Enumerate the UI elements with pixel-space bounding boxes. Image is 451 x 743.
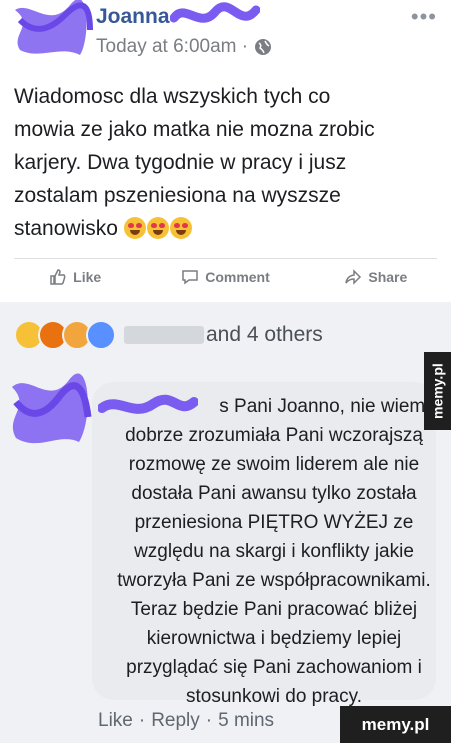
comment-line: rozmowę ze swoim liderem ale nie — [128, 454, 420, 475]
comment-icon — [182, 270, 198, 285]
thumbs-up-icon — [50, 269, 66, 285]
watermark-side: memy.pl — [424, 352, 451, 430]
avatar-scribble — [15, 0, 93, 55]
reactions-summary[interactable]: and 4 others — [14, 320, 323, 350]
comment-line: Teraz będzie Pani pracować bliżej — [130, 599, 418, 620]
heart-eyes-emoji-icon — [169, 217, 192, 239]
post-text-line-last: stanowisko — [14, 212, 434, 245]
separator: · — [205, 710, 213, 731]
share-label: Share — [368, 269, 408, 285]
post-text-line: Wiadomosc dla wszyskich tych co — [14, 85, 331, 108]
blurred-names — [124, 326, 204, 344]
post-author[interactable]: Joanna — [96, 5, 170, 29]
globe-icon — [255, 39, 272, 55]
like-label: Like — [73, 269, 102, 285]
comment-line: przeniesiona PIĘTRO WYŻEJ ze — [134, 512, 414, 533]
heart-eyes-emoji-icon — [146, 217, 169, 239]
comment-label: Comment — [205, 269, 270, 285]
comment-line: dostała Pani awansu tylko została — [131, 483, 417, 504]
name-scribble — [170, 2, 260, 23]
post-text-line: karjery. Dwa tygodnie w pracy i jusz — [14, 151, 347, 174]
like-button[interactable]: Like — [0, 268, 150, 286]
post-text-line: stanowisko — [14, 217, 118, 240]
post-card: Joanna Today at 6:00am · ••• Wiadomosc d… — [0, 0, 451, 302]
comment-line: kierownictwa i będziemy lepiej — [146, 628, 402, 649]
like-reaction-icon — [86, 320, 116, 350]
comment-line: przyglądać się Pani zachowaniom i — [126, 657, 422, 678]
watermark-corner: memy.pl — [340, 706, 451, 743]
post-timestamp[interactable]: Today at 6:00am · — [96, 36, 248, 58]
comment-text: s Pani Joanno, nie wiem c dobrze zrozumi… — [102, 392, 446, 711]
post-text-line: zostalam pszeniesiona na wyszsze — [14, 184, 341, 207]
post-timestamp-row: Today at 6:00am · — [96, 36, 272, 58]
post-actions: Like Comment Share — [0, 268, 451, 286]
comment-reply-link[interactable]: Reply — [151, 710, 200, 732]
comment-actions: Like · Reply · 5 mins — [98, 710, 274, 732]
comment-line: s Pani Joanno, nie wiem c — [219, 396, 440, 417]
heart-eyes-emoji-icon — [123, 217, 146, 239]
reactions-others: and 4 others — [206, 323, 323, 346]
comment-button[interactable]: Comment — [150, 268, 300, 286]
share-button[interactable]: Share — [301, 268, 451, 286]
divider — [14, 258, 437, 259]
post-text: Wiadomosc dla wszyskich tych co mowia ze… — [14, 80, 434, 245]
comment-time[interactable]: 5 mins — [218, 710, 274, 732]
more-options-icon[interactable]: ••• — [411, 4, 437, 30]
separator: · — [138, 710, 146, 731]
comment-line: dobrze zrozumiała Pani wczorajszą — [125, 425, 423, 446]
comment-like-link[interactable]: Like — [98, 710, 133, 732]
comment-line: względu na skargi i konflikty jakie — [134, 541, 414, 562]
post-text-line: mowia ze jako matka nie mozna zrobic — [14, 118, 375, 141]
commenter-avatar-scribble — [12, 373, 92, 444]
comment-line: tworzyła Pani ze współpracownikami. — [117, 570, 431, 591]
share-icon — [345, 269, 362, 285]
